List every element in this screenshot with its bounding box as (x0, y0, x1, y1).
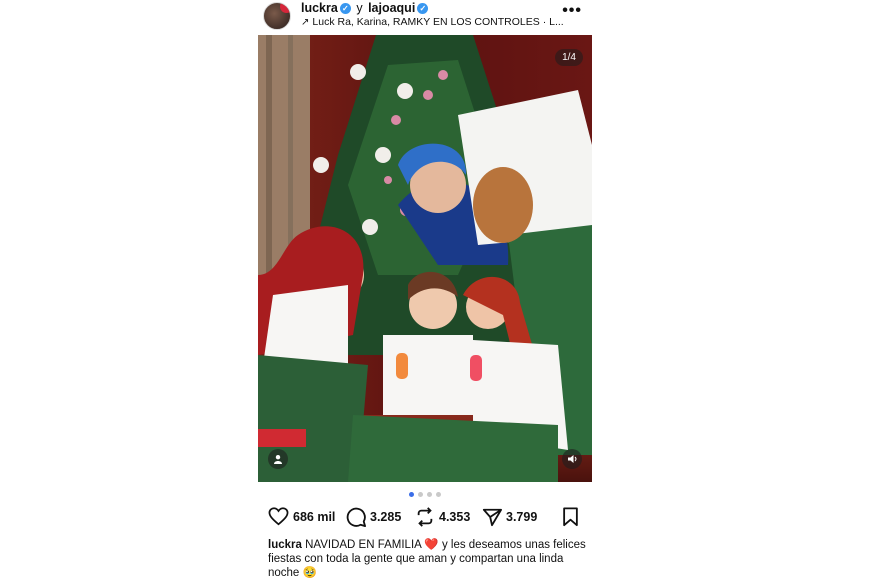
emoji: 🥹 (302, 567, 317, 579)
post-authors: luckra ✓ y lajoaqui ✓ (301, 1, 429, 15)
repost-button[interactable]: 4.353 (415, 507, 470, 527)
caption-username[interactable]: luckra (268, 539, 302, 551)
carousel-dot (427, 492, 432, 497)
coauthor-username[interactable]: lajoaqui (368, 1, 415, 15)
author-connector: y (356, 1, 363, 15)
comment-icon (346, 507, 366, 527)
like-button[interactable]: 686 mil (268, 507, 335, 526)
carousel-dots (258, 492, 592, 497)
heart-emoji: ❤️ (424, 539, 439, 551)
comments-count: 3.285 (370, 510, 402, 524)
comment-button[interactable]: 3.285 (346, 507, 401, 527)
instagram-post: luckra ✓ y lajoaqui ✓ ↗ Luck Ra, Karina, RA… (258, 0, 592, 580)
post-caption: luckra NAVIDAD EN FAMILIA ❤️ y les desea… (268, 538, 586, 580)
collab-line[interactable]: ↗ Luck Ra, Karina, RAMKY EN LOS CONTROLES… (301, 16, 564, 28)
heart-icon (268, 507, 289, 526)
verified-badge-icon: ✓ (417, 3, 429, 14)
carousel-dot-active (409, 492, 414, 497)
more-horizontal-icon[interactable]: ••• (562, 2, 582, 20)
arrow-up-right-icon: ↗ (301, 17, 310, 28)
shares-count: 3.799 (506, 510, 538, 524)
post-photo[interactable]: 1/4 (258, 35, 592, 482)
send-icon (482, 508, 502, 527)
save-button[interactable] (562, 507, 579, 527)
bookmark-icon (563, 507, 578, 527)
share-button[interactable]: 3.799 (482, 507, 537, 527)
carousel-counter: 1/4 (555, 49, 583, 66)
likes-count: 686 mil (293, 509, 336, 524)
caption-text: NAVIDAD EN FAMILIA (305, 539, 422, 551)
author-username[interactable]: luckra (301, 1, 338, 15)
carousel-dot (436, 492, 441, 497)
collab-names: Luck Ra, Karina, RAMKY EN LOS CONTROLES … (312, 16, 564, 28)
reposts-count: 4.353 (439, 510, 471, 524)
action-bar: 686 mil 3.285 4.353 3.799 (258, 507, 592, 529)
user-tag-icon[interactable] (268, 449, 288, 469)
avatar[interactable] (263, 2, 291, 30)
volume-icon[interactable] (562, 449, 582, 469)
carousel-dot (418, 492, 423, 497)
story-ring-badge (280, 3, 290, 13)
verified-badge-icon: ✓ (339, 3, 351, 14)
family-christmas-photo (258, 35, 592, 482)
repost-icon (417, 507, 433, 527)
post-header: luckra ✓ y lajoaqui ✓ ↗ Luck Ra, Karina, RA… (258, 0, 592, 34)
